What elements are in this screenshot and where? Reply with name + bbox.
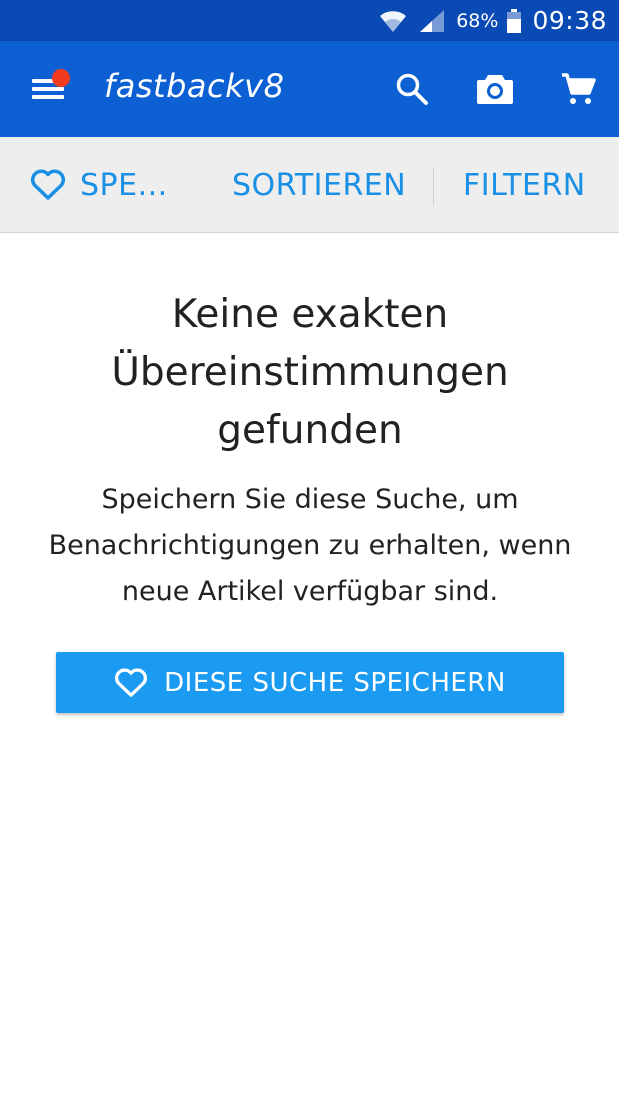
notification-dot [52,69,70,87]
wifi-icon [378,8,408,34]
clock: 09:38 [532,6,607,35]
heart-icon [114,667,148,698]
save-search-button[interactable]: DIESE SUCHE SPEICHERN [56,652,564,713]
sort-button[interactable]: SORTIEREN [232,137,406,233]
filter-label: FILTERN [463,167,586,203]
app-title: fastbackv8 [104,67,285,105]
search-button[interactable] [388,65,436,113]
heart-icon [31,169,65,200]
search-icon [396,73,428,105]
camera-icon [477,75,513,104]
battery-percent: 68% [456,9,499,32]
menu-button[interactable] [22,65,74,113]
battery-icon [506,8,522,34]
cart-icon [562,73,596,104]
cart-button[interactable] [554,65,602,113]
app-bar: fastbackv8 [0,41,619,137]
status-bar: 68% 09:38 [0,0,619,41]
toolbar-divider [433,167,434,205]
sort-label: SORTIEREN [232,167,407,203]
signal-icon [416,8,446,34]
results-toolbar: SPE... SORTIEREN FILTERN [0,137,619,233]
camera-button[interactable] [471,65,519,113]
save-search-button-label: DIESE SUCHE SPEICHERN [164,667,506,698]
save-search-tab[interactable]: SPE... [30,137,168,233]
empty-state-title: Keine exakten Übereinstimmungen gefunden [111,292,509,453]
empty-state-description: Speichern Sie diese Suche, um Benachrich… [48,484,572,607]
save-search-label: SPE... [80,167,168,203]
filter-button[interactable]: FILTERN [463,137,586,233]
